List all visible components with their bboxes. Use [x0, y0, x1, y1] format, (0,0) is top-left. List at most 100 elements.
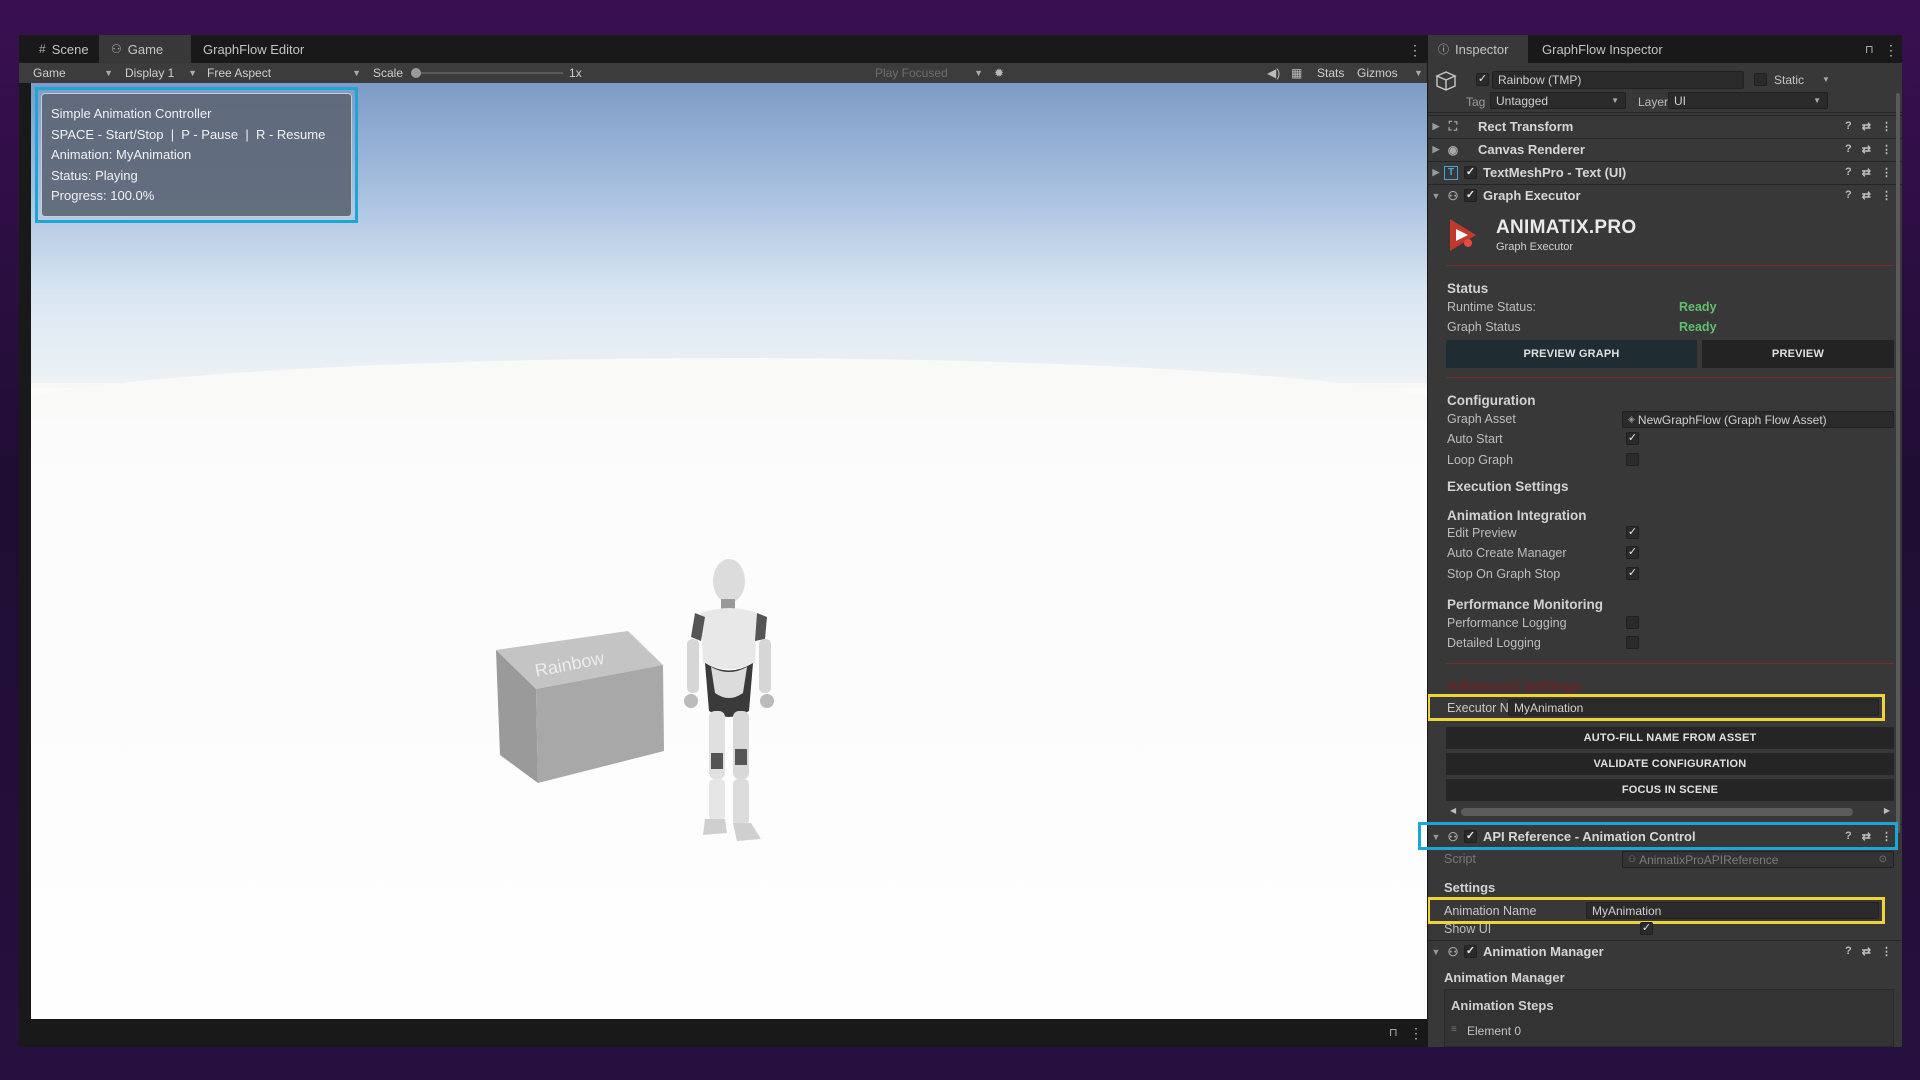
component-menu-icon[interactable]: ⋮ — [1881, 143, 1892, 156]
chevron-down-icon[interactable]: ▼ — [1822, 75, 1830, 84]
component-menu-icon[interactable]: ⋮ — [1881, 120, 1892, 133]
foldout-arrow-icon[interactable]: ▶ — [1428, 121, 1444, 132]
audio-icon[interactable]: ◀) — [1267, 66, 1280, 80]
stop-on-graph-stop-checkbox[interactable]: ✓ — [1626, 567, 1639, 580]
scale-slider[interactable] — [411, 68, 564, 78]
stats-button[interactable]: Stats — [1317, 66, 1344, 80]
game-view[interactable]: Simple Animation Controller SPACE - Star… — [31, 83, 1427, 1019]
component-rect-transform[interactable]: ▶ ⛶ Rect Transform ? ⇄ ⋮ — [1428, 115, 1902, 137]
component-menu-icon[interactable]: ⋮ — [1881, 189, 1892, 202]
textmeshpro-title: TextMeshPro - Text (UI) — [1483, 165, 1627, 180]
scale-label: Scale — [373, 66, 404, 80]
runtime-status-value: Ready — [1679, 300, 1717, 314]
detailed-logging-label: Detailed Logging — [1447, 636, 1541, 650]
preset-icon[interactable]: ⇄ — [1862, 189, 1871, 202]
edit-preview-checkbox[interactable]: ✓ — [1626, 526, 1639, 539]
help-icon[interactable]: ? — [1845, 166, 1852, 179]
component-canvas-renderer[interactable]: ▶ ◉ Canvas Renderer ? ⇄ ⋮ — [1428, 138, 1902, 160]
script-icon: ⚇ — [1447, 944, 1459, 959]
inspector-scrollbar-thumb[interactable] — [1896, 93, 1900, 833]
help-icon[interactable]: ? — [1845, 945, 1852, 958]
static-checkbox[interactable] — [1754, 73, 1767, 86]
animation-step-element[interactable]: Element 0 — [1467, 1024, 1521, 1038]
auto-start-checkbox[interactable]: ✓ — [1626, 432, 1639, 445]
tab-inspector[interactable]: ⓘ Inspector — [1428, 35, 1528, 63]
component-textmeshpro[interactable]: ▶ T ✓ TextMeshPro - Text (UI) ? ⇄ ⋮ — [1428, 161, 1902, 183]
help-icon[interactable]: ? — [1845, 143, 1852, 156]
preview-button[interactable]: PREVIEW — [1702, 340, 1894, 368]
grid-toggle-icon[interactable]: ▦ — [1291, 66, 1302, 80]
object-active-checkbox[interactable]: ✓ — [1476, 73, 1489, 86]
inspector-menu-icon[interactable]: ⋮ — [1884, 43, 1898, 57]
preset-icon[interactable]: ⇄ — [1862, 166, 1871, 179]
object-name-field[interactable]: Rainbow (TMP) — [1492, 71, 1744, 89]
preset-icon[interactable]: ⇄ — [1862, 120, 1871, 133]
inspector-scrollbar[interactable] — [1894, 93, 1902, 853]
help-icon[interactable]: ? — [1845, 120, 1852, 133]
scroll-right-icon[interactable]: ▶ — [1884, 806, 1890, 815]
preset-icon[interactable]: ⇄ — [1862, 945, 1871, 958]
help-icon[interactable]: ? — [1845, 189, 1852, 202]
tag-dropdown[interactable]: Untagged ▼ — [1490, 92, 1626, 109]
lock-icon[interactable]: ⊓ — [1865, 43, 1874, 56]
tab-game-label: Game — [127, 41, 164, 57]
show-ui-checkbox[interactable]: ✓ — [1640, 922, 1653, 935]
gizmos-button[interactable]: Gizmos — [1357, 66, 1398, 80]
foldout-arrow-icon[interactable]: ▼ — [1428, 191, 1444, 201]
component-graph-executor[interactable]: ▼ ⚇ ✓ Graph Executor ? ⇄ ⋮ — [1428, 184, 1902, 206]
foldout-arrow-icon[interactable]: ▼ — [1428, 947, 1444, 957]
tab-graphflow-inspector[interactable]: GraphFlow Inspector — [1528, 35, 1675, 63]
lock-icon[interactable]: ⊓ — [1389, 1026, 1398, 1039]
rect-transform-icon: ⛶ — [1448, 119, 1458, 133]
graph-status-value: Ready — [1679, 320, 1717, 334]
scroll-left-icon[interactable]: ◀ — [1450, 806, 1456, 815]
executor-name-field[interactable]: MyAnimation — [1508, 699, 1879, 716]
aspect-dropdown[interactable]: Free Aspect ▼ — [201, 63, 365, 83]
hud-animation: Animation: MyAnimation — [51, 147, 192, 162]
graph-asset-field[interactable]: ◈ NewGraphFlow (Graph Flow Asset) — [1622, 411, 1894, 428]
play-mode-value: Play Focused — [875, 66, 948, 80]
tab-scene-label: Scene — [51, 41, 89, 57]
tab-scene[interactable]: # Scene — [19, 35, 99, 63]
script-value: AnimatixProAPIReference — [1639, 852, 1779, 867]
foldout-arrow-icon[interactable]: ▶ — [1428, 167, 1444, 178]
edit-preview-label: Edit Preview — [1447, 526, 1517, 540]
bug-icon[interactable]: ✹ — [994, 66, 1004, 80]
tab-game[interactable]: ⚇ Game — [99, 35, 191, 63]
display-mode-dropdown[interactable]: Game ▼ — [19, 63, 119, 83]
preview-graph-button[interactable]: PREVIEW GRAPH — [1446, 340, 1697, 368]
validate-configuration-button[interactable]: VALIDATE CONFIGURATION — [1446, 753, 1894, 775]
tab-inspector-label: Inspector — [1455, 41, 1509, 57]
auto-fill-name-button[interactable]: AUTO-FILL NAME FROM ASSET — [1446, 727, 1894, 749]
foldout-arrow-icon[interactable]: ▶ — [1428, 144, 1444, 155]
chevron-down-icon: ▼ — [104, 68, 113, 78]
tabs-menu-icon[interactable]: ⋮ — [1408, 43, 1422, 57]
loop-graph-label: Loop Graph — [1447, 453, 1514, 467]
focus-in-scene-button[interactable]: FOCUS IN SCENE — [1446, 779, 1894, 801]
tab-graphflow-editor[interactable]: GraphFlow Editor — [191, 35, 316, 63]
component-menu-icon[interactable]: ⋮ — [1881, 166, 1892, 179]
auto-create-manager-checkbox[interactable]: ✓ — [1626, 546, 1639, 559]
layer-dropdown[interactable]: UI ▼ — [1668, 92, 1828, 109]
scale-slider-handle[interactable] — [411, 68, 422, 78]
textmeshpro-enabled-checkbox[interactable]: ✓ — [1464, 166, 1477, 179]
detailed-logging-checkbox[interactable] — [1626, 636, 1639, 649]
horizontal-scrollbar[interactable]: ◀ ▶ — [1446, 806, 1894, 818]
animation-name-field[interactable]: MyAnimation — [1586, 902, 1879, 919]
loop-graph-checkbox[interactable] — [1626, 453, 1639, 466]
performance-logging-checkbox[interactable] — [1626, 616, 1639, 629]
component-animation-manager[interactable]: ▼ ⚇ ✓ Animation Manager ? ⇄ ⋮ — [1428, 940, 1902, 962]
graph-asset-value: NewGraphFlow (Graph Flow Asset) — [1637, 412, 1827, 427]
status-section-title: Status — [1447, 281, 1489, 296]
display-dropdown[interactable]: Display 1 ▼ — [119, 63, 201, 83]
preset-icon[interactable]: ⇄ — [1862, 143, 1871, 156]
scrollbar-thumb[interactable] — [1461, 808, 1853, 816]
component-menu-icon[interactable]: ⋮ — [1881, 945, 1892, 958]
graph-executor-enabled-checkbox[interactable]: ✓ — [1464, 189, 1477, 202]
status-menu-icon[interactable]: ⋮ — [1409, 1026, 1423, 1040]
drag-handle-icon[interactable]: ≡ — [1451, 1024, 1457, 1035]
chevron-down-icon[interactable]: ▼ — [1414, 68, 1423, 78]
brand-subtitle: Graph Executor — [1496, 241, 1574, 253]
play-mode-dropdown[interactable]: Play Focused ▼ — [869, 63, 987, 83]
animation-manager-enabled-checkbox[interactable]: ✓ — [1464, 945, 1477, 958]
